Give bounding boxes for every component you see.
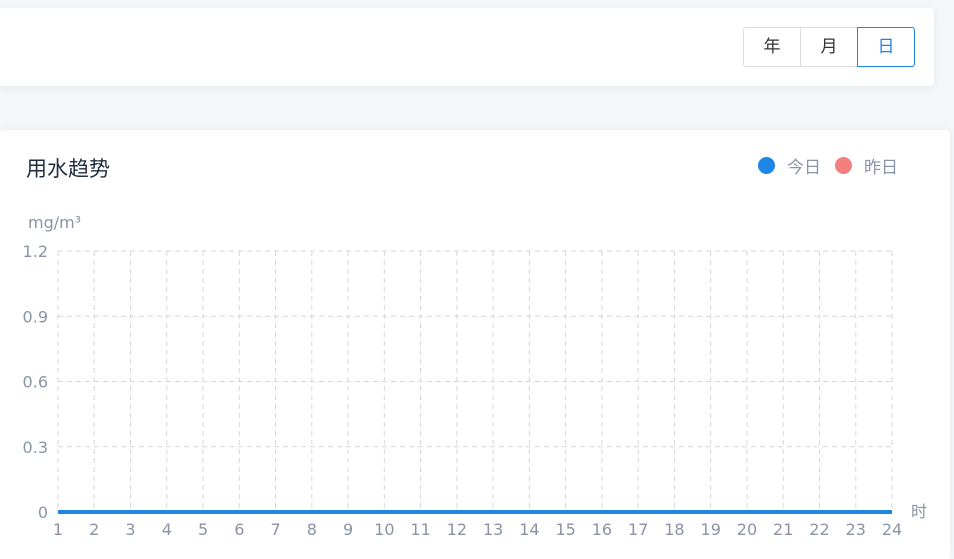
x-tick-label: 2 <box>89 520 99 539</box>
x-tick-label: 23 <box>846 520 866 539</box>
trend-plot: 00.30.60.91.2 1 2 3 4 5 6 7 8 9 10 11 12 13 14 15 16 17 1… <box>23 213 927 539</box>
grid <box>57 250 893 512</box>
filter-card: 年 月 日 <box>0 8 934 86</box>
y-tick-label: 0.9 <box>23 307 48 326</box>
x-tick-label: 22 <box>809 520 829 539</box>
x-tick-label: 18 <box>664 520 684 539</box>
period-month-button[interactable]: 月 <box>800 27 858 67</box>
x-tick-label: 21 <box>773 520 793 539</box>
x-tick-label: 12 <box>447 520 467 539</box>
x-tick-label: 10 <box>374 520 394 539</box>
x-tick-label: 1 <box>53 520 63 539</box>
x-tick-label: 14 <box>519 520 539 539</box>
y-axis-label: mg/m³ <box>28 213 81 232</box>
period-selector: 年 月 日 <box>743 27 915 67</box>
x-axis-ticks: 1 2 3 4 5 6 7 8 9 10 11 12 13 14 15 16 17 18 19 20 21 22 23 24 <box>53 520 902 539</box>
x-tick-label: 6 <box>234 520 244 539</box>
y-tick-label: 0.3 <box>23 438 48 457</box>
period-year-button[interactable]: 年 <box>743 27 801 67</box>
y-tick-label: 0 <box>38 503 48 522</box>
y-tick-label: 1.2 <box>23 242 48 261</box>
x-tick-label: 13 <box>483 520 503 539</box>
x-tick-label: 19 <box>701 520 721 539</box>
x-tick-label: 8 <box>307 520 317 539</box>
x-tick-label: 4 <box>162 520 172 539</box>
x-axis-label: 时 <box>911 502 927 521</box>
x-tick-label: 24 <box>882 520 902 539</box>
x-tick-label: 3 <box>125 520 135 539</box>
x-tick-label: 9 <box>343 520 353 539</box>
x-tick-label: 20 <box>737 520 757 539</box>
period-day-button[interactable]: 日 <box>857 27 915 67</box>
x-tick-label: 16 <box>592 520 612 539</box>
x-tick-label: 7 <box>270 520 280 539</box>
x-tick-label: 15 <box>555 520 575 539</box>
x-tick-label: 11 <box>410 520 430 539</box>
y-axis-ticks: 0 0.3 0.6 0.9 1.2 <box>23 242 48 522</box>
y-tick-label: 0.6 <box>23 373 48 392</box>
x-tick-label: 5 <box>198 520 208 539</box>
x-tick-label: 17 <box>628 520 648 539</box>
